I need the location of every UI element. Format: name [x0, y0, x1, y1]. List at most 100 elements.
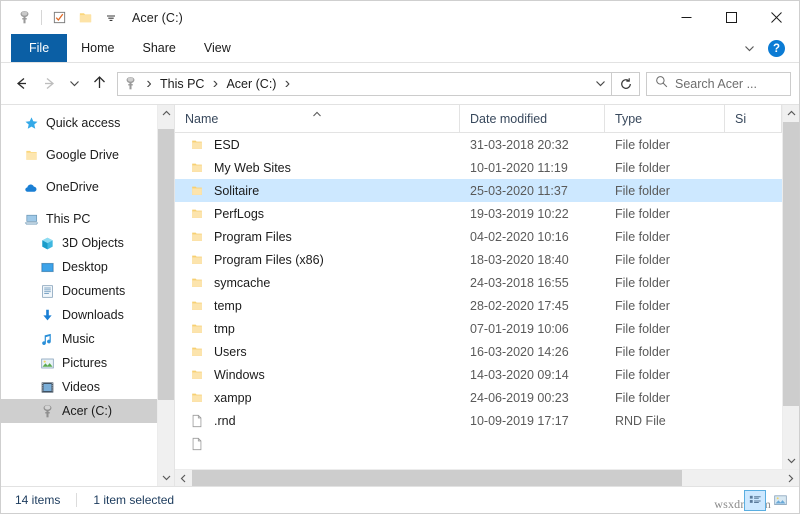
- file-name-label: PerfLogs: [214, 206, 265, 221]
- help-icon[interactable]: ?: [768, 40, 785, 57]
- pictures-icon: [39, 355, 55, 371]
- tab-share[interactable]: Share: [129, 34, 190, 62]
- scroll-track[interactable]: [783, 122, 799, 452]
- tab-file[interactable]: File: [11, 34, 68, 62]
- file-name-cell: ESD: [175, 137, 460, 153]
- minimize-button[interactable]: [664, 1, 709, 34]
- scroll-right-arrow-icon[interactable]: [782, 470, 799, 486]
- forward-button[interactable]: [35, 69, 63, 99]
- chevron-down-icon[interactable]: [98, 6, 124, 30]
- cloud-icon: [23, 179, 39, 195]
- sidebar-item-pictures[interactable]: Pictures: [1, 351, 174, 375]
- large-icons-view-button[interactable]: [769, 490, 791, 511]
- harddrive-icon: [39, 403, 55, 419]
- table-row[interactable]: tmp 07-01-2019 10:06 File folder: [175, 317, 782, 340]
- sidebar-item-google-drive[interactable]: Google Drive: [1, 143, 174, 167]
- column-header-date-modified[interactable]: Date modified: [460, 105, 605, 132]
- scroll-down-arrow-icon[interactable]: [158, 469, 174, 486]
- table-row[interactable]: PerfLogs 19-03-2019 10:22 File folder: [175, 202, 782, 225]
- table-row[interactable]: Users 16-03-2020 14:26 File folder: [175, 340, 782, 363]
- file-name-label: .rnd: [214, 413, 236, 428]
- desktop-icon: [39, 259, 55, 275]
- sidebar-item-desktop[interactable]: Desktop: [1, 255, 174, 279]
- table-row[interactable]: My Web Sites 10-01-2020 11:19 File folde…: [175, 156, 782, 179]
- table-row[interactable]: temp 28-02-2020 17:45 File folder: [175, 294, 782, 317]
- sidebar-item-label: Pictures: [62, 356, 108, 370]
- table-row[interactable]: Solitaire 25-03-2020 11:37 File folder: [175, 179, 782, 202]
- sort-ascending-icon: [313, 106, 322, 120]
- sidebar-item-videos[interactable]: Videos: [1, 375, 174, 399]
- table-row[interactable]: Program Files (x86) 18-03-2020 18:40 Fil…: [175, 248, 782, 271]
- file-name-cell: [175, 436, 460, 452]
- scroll-thumb[interactable]: [158, 128, 174, 400]
- sidebar-item-this-pc[interactable]: This PC: [1, 207, 174, 231]
- recent-locations-chevron-down-icon[interactable]: [63, 69, 85, 99]
- scroll-track[interactable]: [192, 470, 782, 486]
- back-button[interactable]: [7, 69, 35, 99]
- scroll-track[interactable]: [158, 122, 174, 469]
- scroll-thumb[interactable]: [192, 470, 682, 486]
- sidebar-item-onedrive[interactable]: OneDrive: [1, 175, 174, 199]
- ribbon-collapse-chevron-down-icon[interactable]: [736, 37, 762, 61]
- tab-view[interactable]: View: [190, 34, 245, 62]
- sidebar-item-3d-objects[interactable]: 3D Objects: [1, 231, 174, 255]
- file-list-horizontal-scrollbar[interactable]: [175, 469, 799, 486]
- maximize-button[interactable]: [709, 1, 754, 34]
- sidebar-item-music[interactable]: Music: [1, 327, 174, 351]
- file-name-label: temp: [214, 298, 242, 313]
- close-button[interactable]: [754, 1, 799, 34]
- sidebar-item-documents[interactable]: Documents: [1, 279, 174, 303]
- sidebar-item-acer-c[interactable]: Acer (C:): [1, 399, 174, 423]
- file-date-cell: 16-03-2020 14:26: [470, 344, 569, 359]
- breadcrumb-dropdown-chevron-down-icon[interactable]: [589, 73, 611, 95]
- breadcrumb-item-acer-c[interactable]: Acer (C:): [223, 77, 279, 91]
- up-button[interactable]: [85, 69, 113, 99]
- sidebar-item-label: Downloads: [62, 308, 124, 322]
- search-input[interactable]: Search Acer ...: [646, 71, 791, 96]
- folder-icon[interactable]: [72, 6, 98, 30]
- table-row[interactable]: xampp 24-06-2019 00:23 File folder: [175, 386, 782, 409]
- scroll-thumb[interactable]: [783, 122, 799, 406]
- table-row[interactable]: symcache 24-03-2018 16:55 File folder: [175, 271, 782, 294]
- breadcrumb-separator[interactable]: ›: [207, 75, 223, 93]
- cube-icon: [39, 235, 55, 251]
- navigation-pane-scrollbar[interactable]: [157, 105, 174, 486]
- file-name-label: My Web Sites: [214, 160, 291, 175]
- selection-status-label: 1 item selected: [93, 493, 175, 507]
- refresh-button[interactable]: [612, 71, 640, 96]
- scroll-up-arrow-icon[interactable]: [783, 105, 799, 122]
- breadcrumb-item-this-pc[interactable]: This PC: [157, 77, 207, 91]
- column-header-name[interactable]: Name: [175, 105, 460, 132]
- file-list-pane: Name Date modified Type Si ESD 31-03-201…: [175, 105, 799, 486]
- scroll-left-arrow-icon[interactable]: [175, 470, 192, 486]
- properties-icon[interactable]: [11, 6, 37, 30]
- breadcrumb[interactable]: › This PC › Acer (C:) ›: [117, 71, 612, 96]
- file-name-label: symcache: [214, 275, 271, 290]
- scroll-up-arrow-icon[interactable]: [158, 105, 174, 122]
- file-type-cell: File folder: [615, 252, 670, 267]
- table-row[interactable]: .rnd 10-09-2019 17:17 RND File: [175, 409, 782, 432]
- table-row[interactable]: Windows 14-03-2020 09:14 File folder: [175, 363, 782, 386]
- sidebar-item-quick-access[interactable]: Quick access: [1, 111, 174, 135]
- table-row[interactable]: ESD 31-03-2018 20:32 File folder: [175, 133, 782, 156]
- column-header-size[interactable]: Si: [725, 105, 782, 132]
- file-date-cell: 24-03-2018 16:55: [470, 275, 569, 290]
- breadcrumb-separator[interactable]: ›: [141, 75, 157, 93]
- column-header-label: Name: [185, 111, 219, 126]
- window-title: Acer (C:): [132, 10, 183, 25]
- sidebar-item-label: OneDrive: [46, 180, 99, 194]
- column-header-type[interactable]: Type: [605, 105, 725, 132]
- checkbox-icon[interactable]: [46, 6, 72, 30]
- tab-home[interactable]: Home: [67, 34, 128, 62]
- sidebar-item-downloads[interactable]: Downloads: [1, 303, 174, 327]
- toolbar-divider: [41, 10, 42, 25]
- details-view-button[interactable]: [744, 490, 766, 511]
- table-row[interactable]: Program Files 04-02-2020 10:16 File fold…: [175, 225, 782, 248]
- file-list-scrollbar[interactable]: [782, 105, 799, 469]
- file-name-cell: Program Files: [175, 229, 460, 245]
- table-row[interactable]: [175, 432, 782, 455]
- scroll-down-arrow-icon[interactable]: [783, 452, 799, 469]
- breadcrumb-separator[interactable]: ›: [279, 75, 295, 93]
